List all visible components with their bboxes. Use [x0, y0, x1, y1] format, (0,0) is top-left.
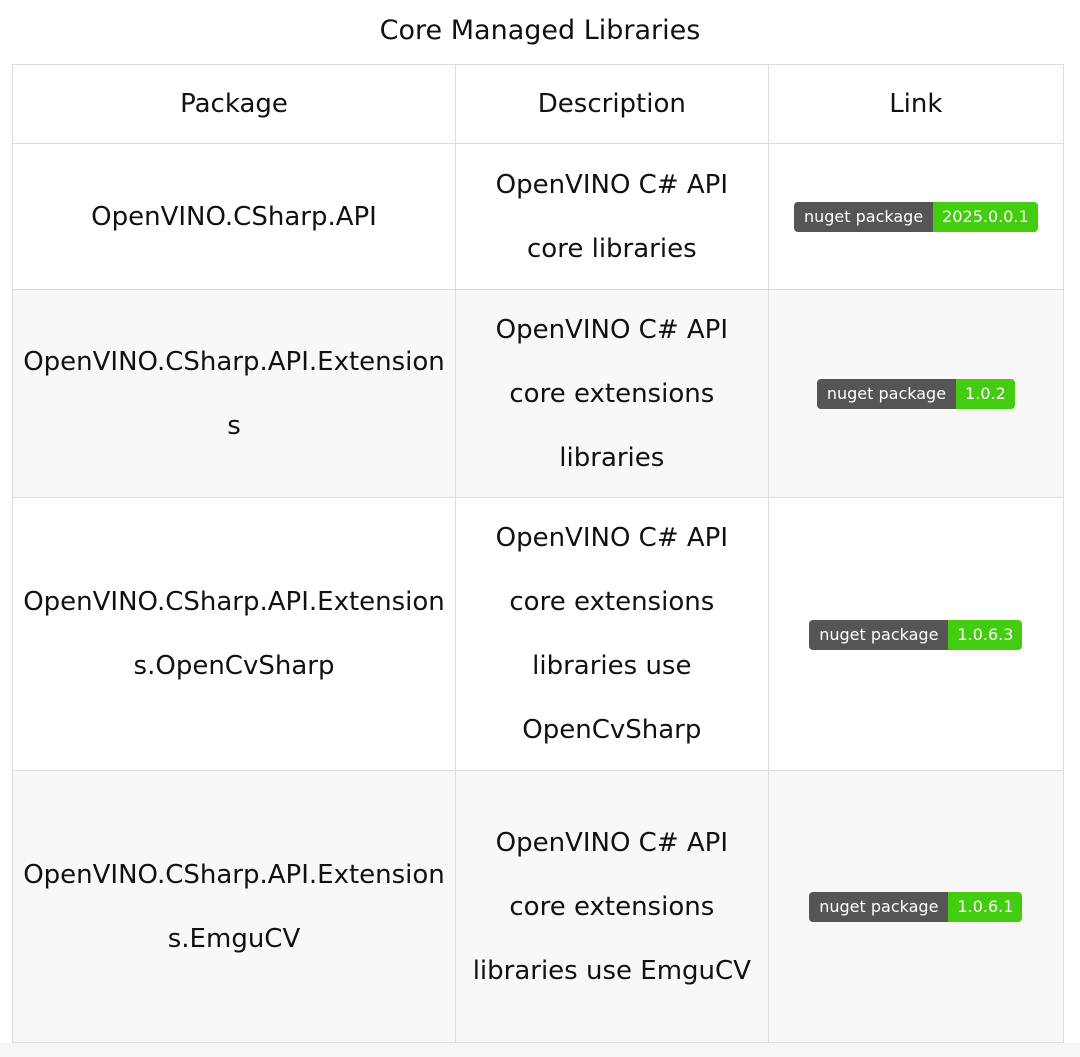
badge-label: nuget package [816, 379, 957, 409]
badge-label: nuget package [793, 202, 934, 232]
table-header-row: Package Description Link [12, 64, 1065, 144]
badge-label: nuget package [809, 892, 949, 922]
table-caption: Core Managed Libraries [379, 15, 701, 46]
badge-version: 1.0.6.3 [948, 619, 1023, 650]
package-name: OpenVINO.CSharp.API.Extensions.OpenCvSha… [12, 497, 456, 771]
page-bottom-strip [0, 1043, 1080, 1057]
badge-version: 2025.0.0.1 [933, 202, 1038, 232]
package-name: OpenVINO.CSharp.API.Extensions [12, 289, 456, 498]
package-description: OpenVINO C# API core extensions librarie… [455, 289, 769, 498]
link-cell: nuget package 1.0.2 [767, 289, 1065, 498]
package-name: OpenVINO.CSharp.API [12, 143, 456, 290]
link-cell: nuget package 2025.0.0.1 [767, 143, 1065, 290]
libraries-table: Package Description Link OpenVINO.CSharp… [12, 64, 1065, 1043]
table-row: OpenVINO.CSharp.API.Extensions.EmguCV Op… [12, 770, 1065, 1043]
nuget-badge-link[interactable]: nuget package 2025.0.0.1 [793, 202, 1038, 232]
column-header-link: Link [767, 64, 1065, 144]
nuget-badge-link[interactable]: nuget package 1.0.6.1 [809, 892, 1023, 922]
table-row: OpenVINO.CSharp.API.Extensions.OpenCvSha… [12, 497, 1065, 771]
nuget-badge-link[interactable]: nuget package 1.0.2 [816, 379, 1015, 409]
package-description: OpenVINO C# API core libraries [455, 143, 769, 290]
badge-version: 1.0.2 [956, 379, 1015, 409]
package-description: OpenVINO C# API core extensions librarie… [455, 770, 769, 1043]
table-row: OpenVINO.CSharp.API OpenVINO C# API core… [12, 143, 1065, 290]
column-header-description: Description [455, 64, 769, 144]
badge-version: 1.0.6.1 [948, 892, 1023, 922]
nuget-badge-link[interactable]: nuget package 1.0.6.3 [809, 619, 1023, 650]
column-header-package: Package [12, 64, 456, 144]
link-cell: nuget package 1.0.6.1 [767, 770, 1065, 1043]
table-row: OpenVINO.CSharp.API.Extensions OpenVINO … [12, 289, 1065, 498]
package-name: OpenVINO.CSharp.API.Extensions.EmguCV [12, 770, 456, 1043]
link-cell: nuget package 1.0.6.3 [767, 497, 1065, 771]
package-description: OpenVINO C# API core extensions librarie… [455, 497, 769, 771]
badge-label: nuget package [809, 619, 949, 650]
